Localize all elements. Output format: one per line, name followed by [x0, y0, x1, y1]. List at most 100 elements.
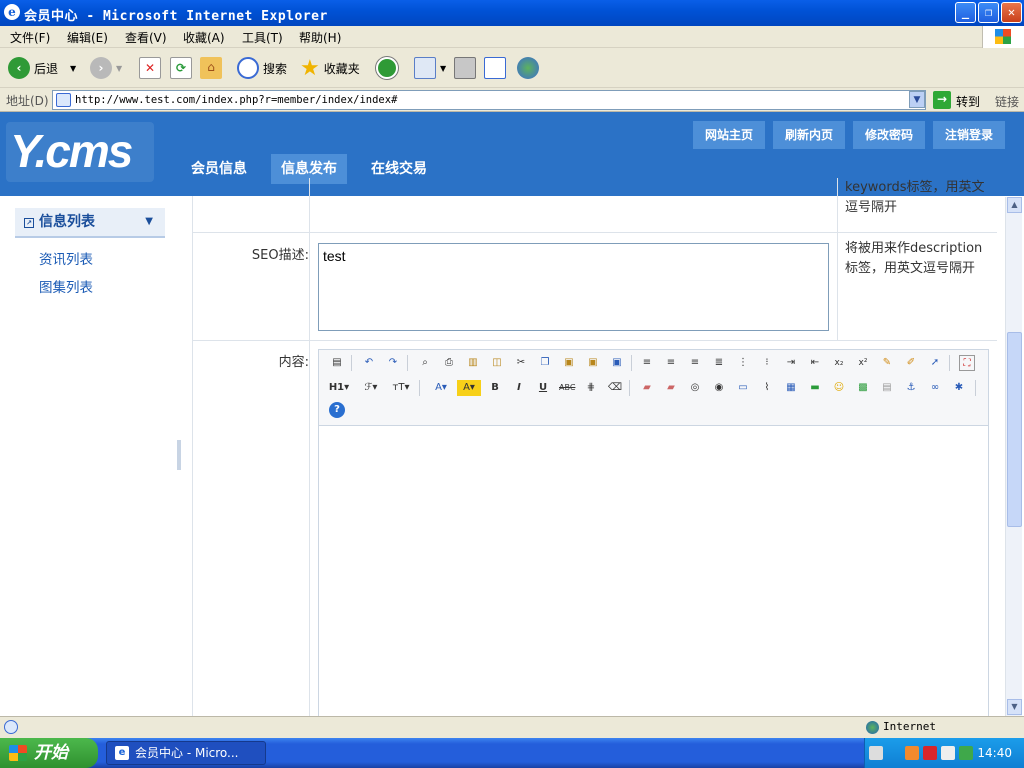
address-dropdown-icon[interactable]: ▼ — [909, 91, 925, 108]
multi-image-icon[interactable]: ▰ — [663, 380, 679, 396]
sidebar-splitter[interactable] — [177, 440, 181, 470]
edit-button[interactable] — [484, 55, 506, 81]
sidebar-heading[interactable]: ↗ 信息列表 ▼ — [15, 208, 165, 238]
forward-button[interactable]: › ▼ — [90, 55, 122, 81]
preview-icon[interactable]: ⌕ — [417, 355, 433, 371]
ordered-list-icon[interactable]: ⋮ — [735, 355, 751, 371]
vmware-icon[interactable] — [941, 746, 955, 760]
superscript-icon[interactable]: x² — [855, 355, 871, 371]
site-logo[interactable]: Y.cms — [6, 122, 154, 182]
undo-icon[interactable]: ↶ — [361, 355, 377, 371]
paste-word-icon[interactable]: ▣ — [609, 355, 625, 371]
flash-icon[interactable]: ◎ — [687, 380, 703, 396]
vertical-scrollbar[interactable]: ▲ ▼ — [1005, 197, 1022, 716]
map-icon[interactable]: ▩ — [855, 380, 871, 396]
scroll-up-icon[interactable]: ▲ — [1007, 197, 1022, 213]
minimize-button[interactable]: _ — [955, 2, 976, 23]
code-icon[interactable]: ◫ — [489, 355, 505, 371]
indent-icon[interactable]: ⇥ — [783, 355, 799, 371]
media-icon[interactable]: ◉ — [711, 380, 727, 396]
paste-text-icon[interactable]: ▣ — [585, 355, 601, 371]
change-password-button[interactable]: 修改密码 — [853, 121, 925, 149]
menu-help[interactable]: 帮助(H) — [299, 29, 341, 46]
bold-icon[interactable]: B — [487, 380, 503, 396]
messenger-button[interactable] — [517, 55, 539, 81]
restore-button[interactable]: ❐ — [978, 2, 999, 23]
link-icon[interactable]: ∞ — [927, 380, 943, 396]
strikethrough-icon[interactable]: ABC — [559, 380, 575, 396]
links-label[interactable]: 链接 — [995, 93, 1019, 110]
back-button[interactable]: ‹ 后退 ▼ — [8, 55, 76, 81]
shield-icon[interactable] — [923, 746, 937, 760]
heading-icon[interactable]: H1▾ — [327, 380, 351, 396]
copy-icon[interactable]: ❐ — [537, 355, 553, 371]
print-icon[interactable]: ⎙ — [441, 355, 457, 371]
attachment-icon[interactable]: ⌇ — [759, 380, 775, 396]
scroll-down-icon[interactable]: ▼ — [1007, 699, 1022, 715]
favorites-button[interactable]: ★ 收藏夹 — [300, 55, 360, 81]
go-button[interactable]: 转到 — [956, 93, 980, 110]
taskbar-item-ie[interactable]: e 会员中心 - Micro... — [106, 741, 266, 765]
home-button[interactable]: ⌂ — [200, 55, 222, 81]
italic-icon[interactable]: I — [511, 380, 527, 396]
emoticon-icon[interactable]: ☺ — [831, 380, 847, 396]
subscript-icon[interactable]: x₂ — [831, 355, 847, 371]
cut-icon[interactable]: ✂ — [513, 355, 529, 371]
security-icon[interactable] — [905, 746, 919, 760]
start-button[interactable]: 开始 — [0, 738, 98, 768]
menu-view[interactable]: 查看(V) — [125, 29, 167, 46]
menu-file[interactable]: 文件(F) — [10, 29, 50, 46]
align-right-icon[interactable]: ≡ — [687, 355, 703, 371]
font-family-icon[interactable]: ℱ▾ — [359, 380, 383, 396]
menu-favorites[interactable]: 收藏(A) — [183, 29, 225, 46]
site-home-button[interactable]: 网站主页 — [693, 121, 765, 149]
logout-button[interactable]: 注销登录 — [933, 121, 1005, 149]
outdent-icon[interactable]: ⇤ — [807, 355, 823, 371]
search-button[interactable]: 搜索 — [237, 55, 287, 81]
forward-dropdown-icon[interactable]: ▼ — [116, 64, 122, 73]
align-center-icon[interactable]: ≡ — [663, 355, 679, 371]
sidebar-item-news[interactable]: 资讯列表 — [39, 248, 93, 268]
seo-description-input[interactable]: test — [318, 243, 829, 331]
insert-doc-icon[interactable]: ▭ — [735, 380, 751, 396]
template-icon[interactable]: ▥ — [465, 355, 481, 371]
keyboard-icon[interactable] — [869, 746, 883, 760]
scroll-thumb[interactable] — [1007, 332, 1022, 527]
table-icon[interactable]: ▦ — [783, 380, 799, 396]
font-color-icon[interactable]: A▾ — [429, 380, 453, 396]
go-arrow-icon[interactable]: → — [933, 91, 951, 109]
redo-icon[interactable]: ↷ — [385, 355, 401, 371]
select-icon[interactable]: ➚ — [927, 355, 943, 371]
refresh-inner-button[interactable]: 刷新内页 — [773, 121, 845, 149]
sidebar-item-gallery[interactable]: 图集列表 — [39, 276, 93, 296]
help-icon[interactable]: ? — [329, 402, 345, 418]
line-height-icon[interactable]: ⋕ — [583, 380, 599, 396]
source-icon[interactable]: ▤ — [329, 355, 345, 371]
print-button[interactable] — [454, 55, 476, 81]
menu-tools[interactable]: 工具(T) — [242, 29, 283, 46]
image-icon[interactable]: ▰ — [639, 380, 655, 396]
menu-edit[interactable]: 编辑(E) — [67, 29, 108, 46]
unlink-icon[interactable]: ✱ — [951, 380, 967, 396]
close-button[interactable]: ✕ — [1001, 2, 1022, 23]
justify-icon[interactable]: ≣ — [711, 355, 727, 371]
back-dropdown-icon[interactable]: ▼ — [70, 64, 76, 73]
underline-icon[interactable]: U — [535, 380, 551, 396]
fullscreen-icon[interactable]: ⛶ — [959, 355, 975, 371]
page-break-icon[interactable]: ▤ — [879, 380, 895, 396]
stop-button[interactable]: ✕ — [139, 55, 161, 81]
font-size-icon[interactable]: тT▾ — [389, 380, 413, 396]
editor-body[interactable] — [319, 427, 988, 716]
clear-format-icon[interactable]: ✎ — [879, 355, 895, 371]
select-all-icon[interactable]: ✐ — [903, 355, 919, 371]
eraser-icon[interactable]: ⌫ — [607, 380, 623, 396]
highlight-icon[interactable]: A▾ — [457, 380, 481, 396]
anchor-icon[interactable]: ⚓ — [903, 380, 919, 396]
mail-dropdown-icon[interactable]: ▼ — [440, 64, 446, 73]
mail-button[interactable]: ▼ — [414, 55, 446, 81]
align-left-icon[interactable]: ≡ — [639, 355, 655, 371]
paste-icon[interactable]: ▣ — [561, 355, 577, 371]
refresh-button[interactable]: ⟳ — [170, 55, 192, 81]
network-icon[interactable] — [959, 746, 973, 760]
address-input[interactable]: http://www.test.com/index.php?r=member/i… — [52, 90, 926, 110]
